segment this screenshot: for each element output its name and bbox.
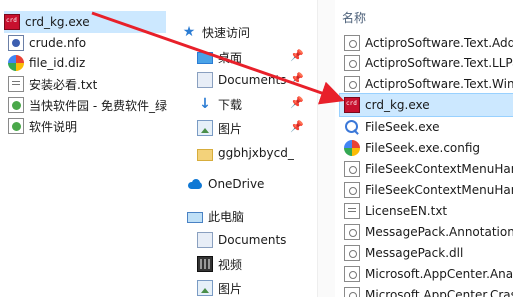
- nav-label: Documents: [218, 233, 287, 247]
- list-item-crude-nfo[interactable]: crude.nfo: [8, 32, 170, 54]
- documents-icon: [197, 232, 213, 248]
- dll-file-icon: [344, 287, 360, 297]
- dll-file-icon: [344, 55, 360, 71]
- list-item[interactable]: Microsoft.AppCenter.Anal: [344, 263, 513, 285]
- file-name: MessagePack.dll: [365, 246, 464, 260]
- pane-divider[interactable]: [317, 0, 335, 297]
- nav-label: 此电脑: [208, 209, 245, 224]
- file-name: LicenseEN.txt: [365, 204, 448, 218]
- desktop-icon: [197, 52, 213, 64]
- download-icon: ↓: [199, 96, 211, 112]
- exe-app-icon: [344, 97, 360, 113]
- nav-label: OneDrive: [208, 177, 265, 191]
- nav-label: 视频: [218, 257, 243, 272]
- dll-file-icon: [344, 35, 360, 51]
- dll-file-icon: [344, 266, 360, 282]
- file-name: 当快软件园 - 免费软件_绿: [29, 98, 167, 113]
- list-item[interactable]: MessagePack.dll: [344, 242, 513, 264]
- column-header-name[interactable]: 名称: [342, 9, 366, 26]
- dll-file-icon: [344, 182, 360, 198]
- dll-file-icon: [344, 76, 360, 92]
- file-name: FileSeek.exe: [365, 120, 440, 134]
- computer-icon: [187, 211, 203, 223]
- list-item[interactable]: FileSeek.exe: [344, 116, 513, 138]
- nav-pc-documents[interactable]: Documents: [197, 229, 314, 251]
- nav-item-desktop[interactable]: 桌面 📌: [197, 46, 314, 68]
- file-name: Microsoft.AppCenter.Anal: [365, 267, 513, 281]
- nav-pc-pictures[interactable]: 图片: [197, 277, 314, 297]
- file-name: ActiproSoftware.Text.WinF: [365, 77, 513, 91]
- file-name: file_id.diz: [29, 56, 86, 70]
- diz-file-icon: [8, 55, 24, 71]
- file-name: ActiproSoftware.Text.Addo: [365, 36, 513, 50]
- nav-label: 图片: [218, 281, 243, 296]
- dll-file-icon: [344, 245, 360, 261]
- nav-onedrive[interactable]: OneDrive: [187, 173, 314, 195]
- navigation-pane: ★ 快速访问 桌面 📌 Documents 📌 ↓ 下载 📌 图片 📌 ggbh…: [171, 0, 314, 297]
- nav-label: ggbhjxbycd_: [218, 146, 294, 160]
- pin-icon[interactable]: 📌: [290, 72, 304, 85]
- file-name: 安装必看.txt: [29, 77, 98, 92]
- list-item-software-notes[interactable]: 软件说明: [8, 115, 170, 137]
- file-name: ActiproSoftware.Text.LLPa: [365, 56, 513, 70]
- nav-pc-videos[interactable]: 视频: [197, 253, 314, 275]
- nav-item-downloads[interactable]: ↓ 下载 📌: [197, 93, 314, 115]
- folder-icon: [197, 148, 213, 161]
- list-item[interactable]: Microsoft.AppCenter.Cras: [344, 284, 513, 297]
- nav-item-documents[interactable]: Documents 📌: [197, 69, 314, 91]
- nav-label: 快速访问: [202, 25, 251, 40]
- list-item-install-txt[interactable]: 安装必看.txt: [8, 73, 170, 95]
- pin-icon[interactable]: 📌: [290, 96, 304, 109]
- list-item[interactable]: ActiproSoftware.Text.Addo: [344, 32, 513, 54]
- file-name: crude.nfo: [29, 36, 87, 50]
- dll-file-icon: [344, 224, 360, 240]
- dll-file-icon: [344, 161, 360, 177]
- list-item[interactable]: FileSeek.exe.config: [344, 137, 513, 159]
- file-name: crd_kg.exe: [25, 15, 90, 29]
- exe-app-icon: [4, 14, 20, 30]
- nav-label: 下载: [218, 97, 243, 112]
- source-file-list: crd_kg.exe crude.nfo file_id.diz 安装必看.tx…: [0, 0, 170, 297]
- search-icon: [344, 119, 360, 135]
- file-name: FileSeek.exe.config: [365, 141, 481, 155]
- list-item[interactable]: LicenseEN.txt: [344, 200, 513, 222]
- nav-label: Documents: [218, 73, 287, 87]
- list-item-dangkuai-shortcut[interactable]: 当快软件园 - 免费软件_绿: [8, 94, 170, 116]
- list-item[interactable]: ActiproSoftware.Text.WinF: [344, 73, 513, 95]
- nav-label: 桌面: [218, 50, 243, 65]
- file-name: 软件说明: [29, 119, 78, 134]
- text-file-icon: [344, 203, 360, 219]
- pin-icon[interactable]: 📌: [290, 49, 304, 62]
- onedrive-cloud-icon: [187, 176, 203, 192]
- text-file-icon: [8, 76, 24, 92]
- list-item-crd-kg-exe-selected[interactable]: crd_kg.exe: [339, 93, 513, 117]
- pin-icon[interactable]: 📌: [290, 120, 304, 133]
- nav-quick-access[interactable]: ★ 快速访问: [181, 21, 314, 43]
- file-name: FileSeekContextMenuHand: [365, 183, 513, 197]
- file-name: crd_kg.exe: [365, 98, 430, 112]
- pictures-icon: [197, 120, 213, 136]
- file-name: FileSeekContextMenuHand: [365, 162, 513, 176]
- nav-item-folder[interactable]: ggbhjxbycd_: [197, 142, 314, 164]
- list-item-crd-kg-exe[interactable]: crd_kg.exe: [4, 11, 166, 33]
- list-item[interactable]: ActiproSoftware.Text.LLPa: [344, 52, 513, 74]
- nav-item-pictures[interactable]: 图片 📌: [197, 117, 314, 139]
- pictures-icon: [197, 280, 213, 296]
- list-item[interactable]: MessagePack.Annotations: [344, 221, 513, 243]
- list-item-file-id-diz[interactable]: file_id.diz: [8, 52, 170, 74]
- list-item[interactable]: FileSeekContextMenuHand: [344, 158, 513, 180]
- list-item[interactable]: FileSeekContextMenuHand: [344, 179, 513, 201]
- file-name: Microsoft.AppCenter.Cras: [365, 288, 513, 297]
- nav-label: 图片: [218, 121, 243, 136]
- file-list: 名称 ActiproSoftware.Text.Addo ActiproSoft…: [336, 0, 513, 297]
- file-name: MessagePack.Annotations: [365, 225, 513, 239]
- documents-icon: [197, 72, 213, 88]
- nfo-file-icon: [8, 35, 24, 51]
- nav-this-pc[interactable]: 此电脑: [187, 205, 314, 227]
- config-file-icon: [344, 140, 360, 156]
- url-shortcut-icon: [8, 118, 24, 134]
- star-icon: ★: [182, 24, 196, 40]
- video-icon: [197, 256, 213, 272]
- url-shortcut-icon: [8, 97, 24, 113]
